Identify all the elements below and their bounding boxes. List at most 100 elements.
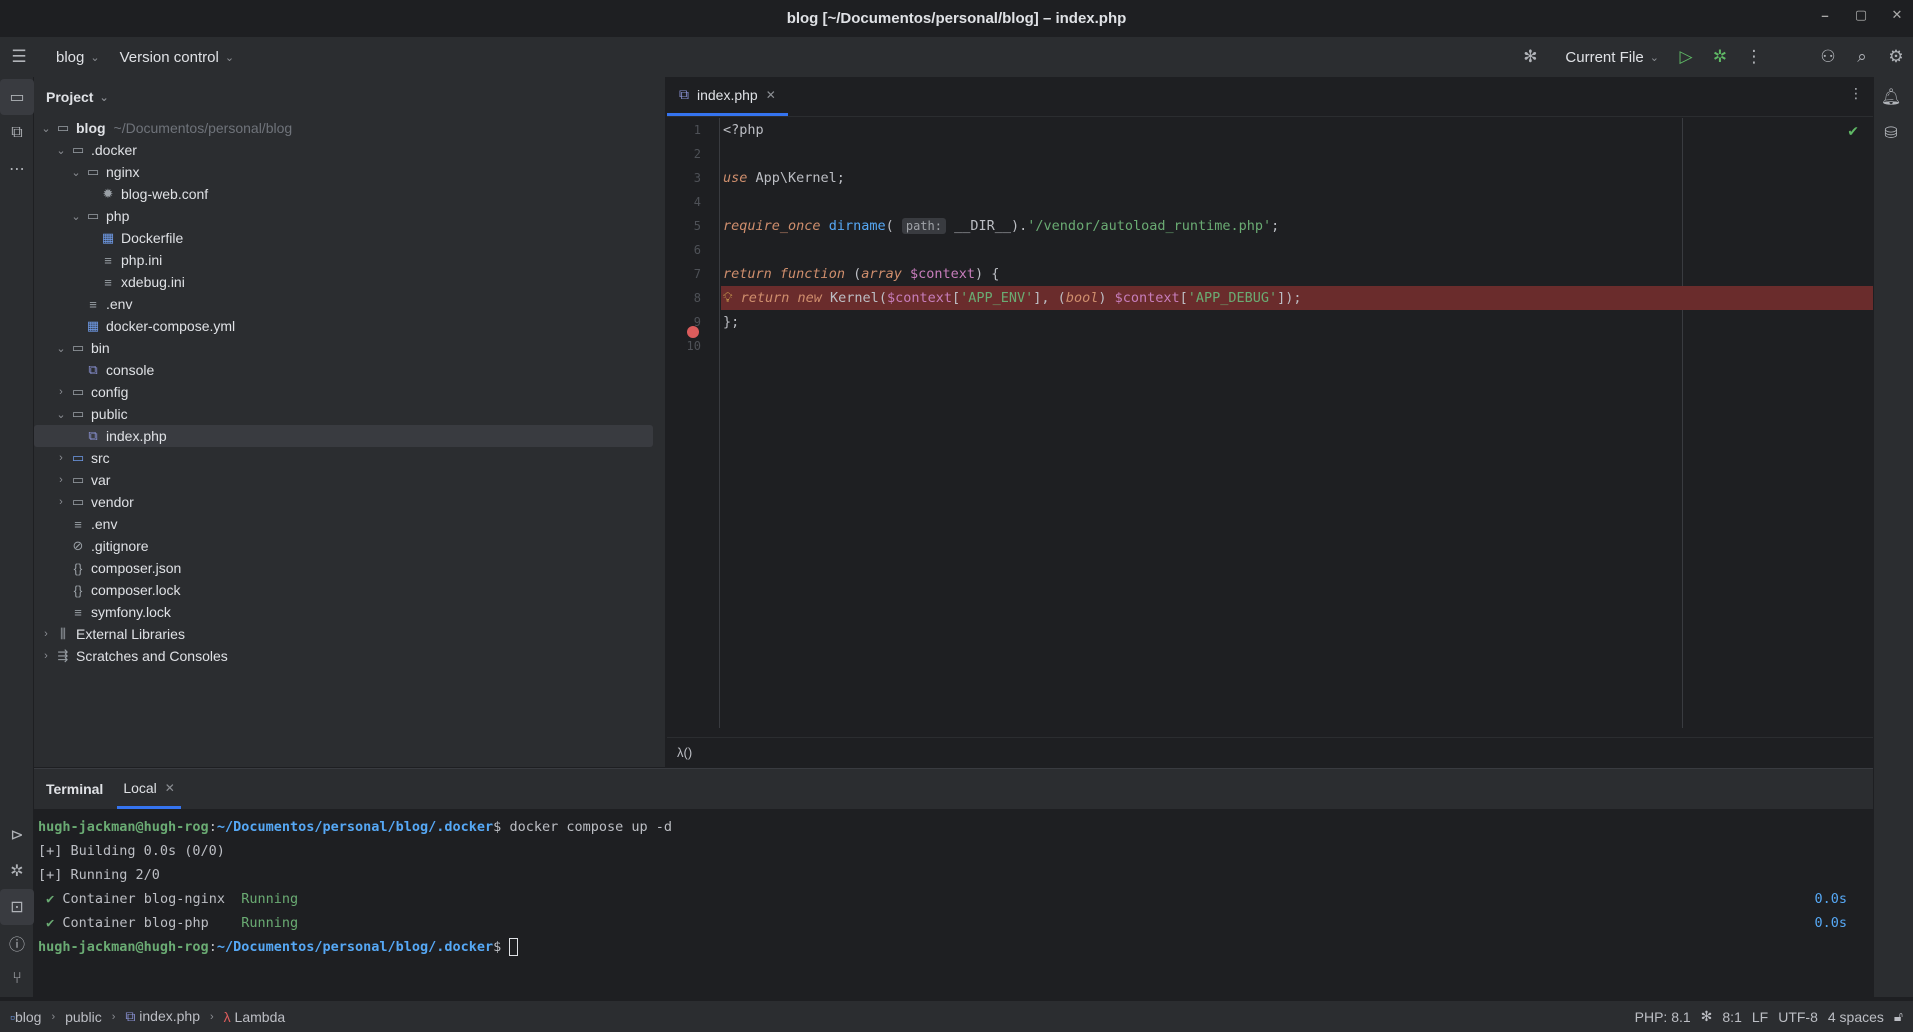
chevron-down-icon[interactable]: ⌄ <box>53 342 69 355</box>
tree-item[interactable]: {} composer.lock <box>34 579 665 601</box>
git-icon[interactable]: ⑂ <box>0 961 34 997</box>
debug-status-icon[interactable]: ✻ <box>1701 1008 1713 1025</box>
code-area[interactable]: <?php use App\Kernel; require_once dirna… <box>721 118 1873 728</box>
tree-item[interactable]: › ▭ vendor <box>34 491 665 513</box>
chevron-right-icon[interactable]: › <box>53 474 69 486</box>
chevron-right-icon: › <box>209 1010 214 1023</box>
minimize-icon[interactable]: – <box>1809 0 1841 30</box>
tab-index-php[interactable]: ⧉ index.php ✕ <box>667 76 788 116</box>
terminal-output[interactable]: hugh-jackman@hugh-rog:~/Documentos/perso… <box>34 809 1873 965</box>
unlock-icon[interactable]: 🔓︎ <box>1894 1008 1903 1025</box>
breakpoint-icon[interactable] <box>687 326 699 338</box>
debug-icon[interactable]: ✲ <box>1703 40 1737 74</box>
project-tool-icon[interactable]: ▭ <box>0 79 34 115</box>
close-tab-icon[interactable]: ✕ <box>766 88 776 102</box>
breadcrumb-project[interactable]: ▫blog <box>10 1009 41 1025</box>
problems-icon[interactable]: ⓘ <box>0 925 34 961</box>
maximize-icon[interactable]: ▢ <box>1845 0 1877 30</box>
text-file-icon: ≡ <box>74 516 82 532</box>
tree-item[interactable]: › ▭ config <box>34 381 665 403</box>
tree-item[interactable]: › ⫼ External Libraries <box>34 623 665 645</box>
line-number[interactable]: 1 <box>667 118 719 142</box>
tree-item[interactable]: ≡ xdebug.ini <box>34 271 665 293</box>
settings-icon[interactable]: ⚙ <box>1879 40 1913 74</box>
chevron-down-icon[interactable]: ⌄ <box>68 166 84 179</box>
chevron-down-icon[interactable]: ⌄ <box>53 144 69 157</box>
run-config-selector[interactable]: Current File ⌄ <box>1555 42 1669 72</box>
prompt-user: hugh-jackman@hugh-rog <box>38 939 209 955</box>
status-widgets: PHP: 8.1 ✻ 8:1 LF UTF-8 4 spaces 🔓︎ <box>1635 1008 1903 1025</box>
chevron-right-icon[interactable]: › <box>38 650 54 662</box>
terminal-tool-icon[interactable]: ⊡ <box>0 889 34 925</box>
run-icon[interactable]: ▷ <box>1669 40 1703 74</box>
line-ending[interactable]: LF <box>1752 1009 1768 1025</box>
line-number[interactable]: 8 <box>667 286 719 310</box>
chevron-right-icon[interactable]: › <box>53 386 69 398</box>
tree-item[interactable]: ⌄ ▭ .docker <box>34 139 665 161</box>
tab-label: Local <box>123 779 157 796</box>
tree-item[interactable]: ▦ Dockerfile <box>34 227 665 249</box>
file-encoding[interactable]: UTF-8 <box>1778 1009 1818 1025</box>
line-number[interactable]: 5 <box>667 214 719 238</box>
chevron-down-icon[interactable]: ⌄ <box>53 408 69 421</box>
debug-tool-icon[interactable]: ✲ <box>0 853 34 889</box>
line-number[interactable]: 6 <box>667 238 719 262</box>
tree-item[interactable]: ▦ docker-compose.yml <box>34 315 665 337</box>
line-number[interactable]: 3 <box>667 166 719 190</box>
tree-item[interactable]: ⌄ ▭ nginx <box>34 161 665 183</box>
docker-file-icon: ▦ <box>86 318 100 333</box>
indent-setting[interactable]: 4 spaces <box>1828 1009 1884 1025</box>
php-version[interactable]: PHP: 8.1 <box>1635 1009 1691 1025</box>
line-number[interactable]: 2 <box>667 142 719 166</box>
project-switcher[interactable]: blog ⌄ <box>46 42 110 72</box>
tree-item[interactable]: ≡ symfony.lock <box>34 601 665 623</box>
code-with-me-icon[interactable]: ⚇ <box>1811 40 1845 74</box>
line-number[interactable]: 7 <box>667 262 719 286</box>
breadcrumb-file[interactable]: ⧉ index.php <box>125 1008 200 1025</box>
tree-item[interactable]: ⌄ ▭ php <box>34 205 665 227</box>
tree-item[interactable]: ⧉ index.php <box>34 425 653 447</box>
line-number[interactable]: 4 <box>667 190 719 214</box>
tree-item[interactable]: ≡ .env <box>34 293 665 315</box>
notifications-icon[interactable]: 🔔︎ <box>1874 79 1908 115</box>
chevron-right-icon[interactable]: › <box>53 452 69 464</box>
chevron-down-icon[interactable]: ⌄ <box>68 210 84 223</box>
tree-item[interactable]: › ▭ var <box>34 469 665 491</box>
search-icon[interactable]: ⌕ <box>1845 40 1879 74</box>
main-menu-icon[interactable]: ☰ <box>2 40 36 74</box>
structure-tool-icon[interactable]: ⧉ <box>0 115 34 151</box>
tree-item[interactable]: › ⇶ Scratches and Consoles <box>34 645 665 667</box>
close-tab-icon[interactable]: ✕ <box>165 781 175 795</box>
tree-item[interactable]: {} composer.json <box>34 557 665 579</box>
line-gutter[interactable]: 1 2 3 4 5 6 7 8 9 10 <box>667 118 720 728</box>
tree-item[interactable]: ⊘ .gitignore <box>34 535 665 557</box>
tree-item[interactable]: ≡ .env <box>34 513 665 535</box>
services-icon[interactable]: ⊳ <box>0 817 34 853</box>
chevron-down-icon[interactable]: ⌄ <box>38 122 54 135</box>
breadcrumb-public[interactable]: public <box>65 1009 102 1025</box>
tree-item[interactable]: ✹ blog-web.conf <box>34 183 665 205</box>
caret-position[interactable]: 8:1 <box>1722 1009 1741 1025</box>
debug-listen-icon[interactable]: ✻ <box>1513 40 1547 74</box>
tree-root[interactable]: ⌄ ▭ blog ~/Documentos/personal/blog <box>34 117 665 139</box>
database-icon[interactable]: ⛁ <box>1874 115 1908 151</box>
more-tabs-icon[interactable]: ⋮ <box>1849 85 1863 102</box>
more-actions-icon[interactable]: ⋮ <box>1737 40 1771 74</box>
tree-item[interactable]: › ▭ src <box>34 447 665 469</box>
chevron-right-icon[interactable]: › <box>53 496 69 508</box>
breadcrumb-lambda[interactable]: λ Lambda <box>224 1009 285 1025</box>
more-tools-icon[interactable]: ⋯ <box>0 151 34 187</box>
tab-local[interactable]: Local ✕ <box>117 769 181 809</box>
project-panel-header[interactable]: Project ⌄ <box>34 77 665 117</box>
vcs-menu[interactable]: Version control ⌄ <box>110 42 244 72</box>
lightbulb-icon[interactable]: 💡︎ <box>723 290 732 306</box>
tree-item[interactable]: ⌄ ▭ public <box>34 403 665 425</box>
tree-item[interactable]: ⧉ console <box>34 359 665 381</box>
tree-item[interactable]: ≡ php.ini <box>34 249 665 271</box>
chevron-right-icon[interactable]: › <box>38 628 54 640</box>
breadcrumb-lambda[interactable]: λ() <box>677 745 692 760</box>
close-icon[interactable]: ✕ <box>1881 0 1913 30</box>
editor-breadcrumb[interactable]: λ() <box>667 737 1873 767</box>
tree-item[interactable]: ⌄ ▭ bin <box>34 337 665 359</box>
